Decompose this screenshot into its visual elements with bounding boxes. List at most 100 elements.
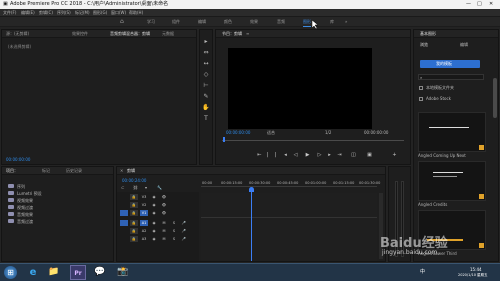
mute-button[interactable]: M xyxy=(160,220,168,226)
template-search-input[interactable]: ⌕ xyxy=(418,74,484,80)
program-quality-dropdown[interactable]: 1/2 xyxy=(325,130,331,135)
track-select-tool-icon[interactable]: ⇔ xyxy=(202,49,210,56)
step-back-icon[interactable]: ◂ xyxy=(282,152,289,158)
track-target[interactable] xyxy=(120,202,128,208)
maximize-button[interactable]: □ xyxy=(477,0,482,9)
export-frame-icon[interactable]: ▣ xyxy=(366,152,373,158)
track-label-a1[interactable]: A1 xyxy=(140,220,148,226)
solo-button[interactable]: S xyxy=(170,228,178,234)
selection-tool-icon[interactable]: ▸ xyxy=(202,38,210,45)
tab-edit[interactable]: 编辑 xyxy=(460,42,468,47)
graphics-scrollbar[interactable] xyxy=(493,78,497,118)
program-scrub-bar[interactable] xyxy=(222,140,404,141)
sync-lock-icon[interactable]: ◉ xyxy=(150,236,158,242)
pen-tool-icon[interactable]: ✎ xyxy=(202,93,210,100)
track-label-a2[interactable]: A2 xyxy=(140,228,148,234)
track-target[interactable] xyxy=(120,228,128,234)
close-button[interactable]: ✕ xyxy=(489,0,493,9)
my-templates-button[interactable]: 我的模板 xyxy=(420,60,480,68)
start-button[interactable]: ⊞ xyxy=(4,266,17,279)
button-editor-icon[interactable]: + xyxy=(391,152,398,158)
razor-tool-icon[interactable]: ◇ xyxy=(202,71,210,78)
template-thumbnail[interactable] xyxy=(418,161,486,201)
workspace-color[interactable]: 颜色 xyxy=(224,17,232,27)
tab-browse[interactable]: 浏览 xyxy=(420,42,428,47)
type-tool-icon[interactable]: T xyxy=(202,115,210,122)
clock-time[interactable]: 15:44 xyxy=(470,267,482,272)
sync-lock-icon[interactable]: ◉ xyxy=(150,220,158,226)
timeline-ruler[interactable]: 00:00 00:00:15:00 00:00:30:00 00:00:45:0… xyxy=(201,177,380,187)
lock-icon[interactable]: 🔒 xyxy=(130,228,138,234)
source-timecode[interactable]: 00:00:00:00 xyxy=(6,157,30,162)
track-label-a3[interactable]: A3 xyxy=(140,236,148,242)
mark-in-icon[interactable]: ⇤ xyxy=(256,152,263,158)
lock-icon[interactable]: 🔒 xyxy=(130,202,138,208)
tab-audio-clip-mixer[interactable]: 音频剪辑混合器：剪辑 xyxy=(110,30,150,38)
eye-icon[interactable]: 👁 xyxy=(160,210,168,216)
go-to-in-icon[interactable]: | xyxy=(272,152,279,158)
snap-icon[interactable]: ⊂ xyxy=(121,185,124,190)
workspace-assembly[interactable]: 组件 xyxy=(172,17,180,27)
menu-help[interactable]: 帮助(H) xyxy=(129,10,143,15)
microphone-icon[interactable]: 🎤 xyxy=(180,220,188,226)
ime-indicator[interactable]: 中 xyxy=(420,270,425,275)
menu-file[interactable]: 文件(F) xyxy=(3,10,16,15)
track-label-v3[interactable]: V3 xyxy=(140,194,148,200)
workspace-more-icon[interactable]: » xyxy=(345,17,347,27)
hand-tool-icon[interactable]: ✋ xyxy=(202,104,210,111)
track-target[interactable] xyxy=(120,194,128,200)
internet-explorer-icon[interactable]: e xyxy=(26,266,40,279)
screenshot-app-icon[interactable]: 📸 xyxy=(116,266,130,279)
mute-button[interactable]: M xyxy=(160,228,168,234)
premiere-pro-icon[interactable]: Pr xyxy=(70,265,86,280)
sync-lock-icon[interactable]: ◉ xyxy=(150,210,158,216)
track-target[interactable] xyxy=(120,220,128,226)
lock-icon[interactable]: 🔒 xyxy=(130,210,138,216)
chat-app-icon[interactable]: 💬 xyxy=(93,266,107,279)
lift-icon[interactable]: ◫ xyxy=(350,152,357,158)
linked-selection-icon[interactable]: ⛓ xyxy=(133,185,138,190)
microphone-icon[interactable]: 🎤 xyxy=(180,236,188,242)
lock-icon[interactable]: 🔒 xyxy=(130,194,138,200)
mark-out-icon[interactable]: | xyxy=(264,152,271,158)
mute-button[interactable]: M xyxy=(160,236,168,242)
program-timecode-left[interactable]: 00:00:00:00 xyxy=(226,130,250,135)
track-target[interactable] xyxy=(120,210,128,216)
graphics-panel-title[interactable]: 基本图形 xyxy=(420,30,436,38)
sync-lock-icon[interactable]: ◉ xyxy=(150,194,158,200)
workspace-libraries[interactable]: 库 xyxy=(330,17,334,27)
minimize-button[interactable]: — xyxy=(466,0,471,9)
play-forward-icon[interactable]: ▷ xyxy=(316,152,323,158)
timeline-settings-icon[interactable]: 🔧 xyxy=(157,185,162,190)
program-fit-dropdown[interactable]: 适合 xyxy=(267,130,275,135)
tab-effect-controls[interactable]: 效果控件 xyxy=(72,30,88,38)
solo-button[interactable]: S xyxy=(170,236,178,242)
solo-button[interactable]: S xyxy=(170,220,178,226)
microphone-icon[interactable]: 🎤 xyxy=(180,228,188,234)
lock-icon[interactable]: 🔒 xyxy=(130,236,138,242)
track-target[interactable] xyxy=(120,236,128,242)
eye-icon[interactable]: 👁 xyxy=(160,202,168,208)
workspace-effects[interactable]: 效果 xyxy=(250,17,258,27)
menu-window[interactable]: 窗口(W) xyxy=(111,10,126,15)
menu-graphics[interactable]: 图形(G) xyxy=(93,10,107,15)
slip-tool-icon[interactable]: ⊢ xyxy=(202,82,210,89)
tab-markers[interactable]: 标记 xyxy=(42,167,50,175)
template-thumbnail[interactable] xyxy=(418,112,486,152)
sync-lock-icon[interactable]: ◉ xyxy=(150,202,158,208)
track-label-v2[interactable]: V2 xyxy=(140,202,148,208)
eye-icon[interactable]: 👁 xyxy=(160,194,168,200)
menu-marker[interactable]: 标记(M) xyxy=(75,10,90,15)
timeline-title[interactable]: 剪辑 xyxy=(127,167,135,175)
add-marker-icon[interactable]: ▾ xyxy=(145,185,147,190)
program-menu-icon[interactable]: ≡ xyxy=(246,30,249,38)
clock-date[interactable]: 2020/1/10 星期五 xyxy=(458,273,488,278)
tab-metadata[interactable]: 元数据 xyxy=(162,30,174,38)
track-lanes[interactable] xyxy=(201,193,377,261)
menu-sequence[interactable]: 序列(S) xyxy=(57,10,71,15)
adobe-stock-checkbox[interactable] xyxy=(419,97,423,101)
go-to-out-icon[interactable]: ⇥ xyxy=(336,152,343,158)
program-title[interactable]: 节目：剪辑 xyxy=(222,30,242,38)
file-explorer-icon[interactable]: 📁 xyxy=(47,266,61,279)
home-icon[interactable]: ⌂ xyxy=(120,17,124,27)
